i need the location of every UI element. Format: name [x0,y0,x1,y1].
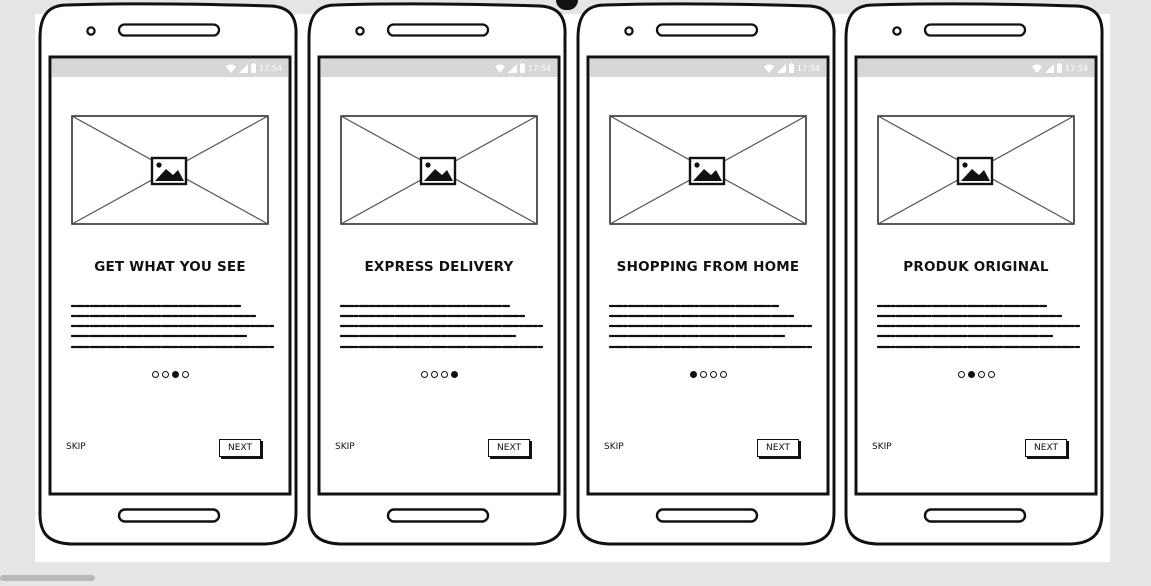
image-placeholder [609,115,807,225]
onboarding-title: PRODUK ORIGINAL [903,259,1049,275]
image-icon [688,156,726,186]
page-dot[interactable] [430,371,438,378]
phone-screen: 17:54 GET WHAT YOU SEE SKIP NEXT [52,59,288,492]
status-time: 17:54 [1064,63,1088,73]
onboarding-title: SHOPPING FROM HOME [616,259,800,275]
status-time: 17:54 [796,63,820,73]
wifi-icon [1031,64,1042,73]
image-placeholder [71,115,269,225]
skip-button[interactable]: SKIP [335,442,355,452]
home-slot-icon [655,508,759,523]
camera-hole-icon [86,26,96,36]
next-button[interactable]: NEXT [488,439,530,457]
page-dot[interactable] [181,371,189,378]
wifi-icon [763,64,774,73]
page-dot-active[interactable] [689,371,697,378]
page-dot[interactable] [151,371,159,378]
speaker-slot-icon [386,23,490,37]
page-dot[interactable] [420,371,428,378]
camera-hole-icon [624,26,634,36]
page-dot[interactable] [440,371,448,378]
page-dot[interactable] [709,371,717,378]
signal-icon [776,63,786,73]
lorem-paragraph [876,304,1081,349]
image-placeholder [340,115,538,225]
home-slot-icon [923,508,1027,523]
page-indicator [590,371,826,378]
phone-screen: 17:54 SHOPPING FROM HOME SKIP NEXT [590,59,826,492]
status-bar: 17:54 [321,59,557,77]
battery-icon [1056,63,1062,73]
skip-button[interactable]: SKIP [66,442,86,452]
image-icon [956,156,994,186]
page-dot-active[interactable] [450,371,458,378]
lorem-paragraph [608,304,813,349]
page-dot[interactable] [957,371,965,378]
wifi-icon [225,64,236,73]
skip-button[interactable]: SKIP [604,442,624,452]
page-dot[interactable] [987,371,995,378]
page-dot[interactable] [977,371,985,378]
phone-screen: 17:54 PRODUK ORIGINAL SKIP NEXT [858,59,1094,492]
phone-screen: 17:54 EXPRESS DELIVERY SKIP NEXT [321,59,557,492]
battery-icon [250,63,256,73]
image-icon [150,156,188,186]
speaker-slot-icon [655,23,759,37]
skip-button[interactable]: SKIP [872,442,892,452]
page-indicator [321,371,557,378]
next-button[interactable]: NEXT [219,439,261,457]
page-indicator [52,371,288,378]
status-time: 17:54 [258,63,282,73]
horizontal-scrollbar[interactable] [0,575,95,581]
page-indicator [858,371,1094,378]
phone-mockup-3: 17:54 SHOPPING FROM HOME SKIP NEXT [575,2,837,547]
camera-hole-icon [355,26,365,36]
signal-icon [238,63,248,73]
phone-mockup-4: 17:54 PRODUK ORIGINAL SKIP NEXT [843,2,1105,547]
camera-hole-icon [892,26,902,36]
lorem-paragraph [339,304,544,349]
page-dot[interactable] [719,371,727,378]
status-bar: 17:54 [590,59,826,77]
image-icon [419,156,457,186]
home-slot-icon [386,508,490,523]
speaker-slot-icon [117,23,221,37]
status-bar: 17:54 [52,59,288,77]
battery-icon [788,63,794,73]
image-placeholder [877,115,1075,225]
next-button[interactable]: NEXT [757,439,799,457]
wifi-icon [494,64,505,73]
phone-mockup-2: 17:54 EXPRESS DELIVERY SKIP NEXT [306,2,568,547]
signal-icon [507,63,517,73]
next-button[interactable]: NEXT [1025,439,1067,457]
page-dot[interactable] [699,371,707,378]
page-dot-active[interactable] [967,371,975,378]
phone-mockup-1: 17:54 GET WHAT YOU SEE SKIP NEXT [37,2,299,547]
page-dot[interactable] [161,371,169,378]
status-bar: 17:54 [858,59,1094,77]
signal-icon [1044,63,1054,73]
onboarding-title: EXPRESS DELIVERY [364,259,514,275]
battery-icon [519,63,525,73]
home-slot-icon [117,508,221,523]
status-time: 17:54 [527,63,551,73]
onboarding-title: GET WHAT YOU SEE [94,259,246,275]
lorem-paragraph [70,304,275,349]
speaker-slot-icon [923,23,1027,37]
page-dot-active[interactable] [171,371,179,378]
